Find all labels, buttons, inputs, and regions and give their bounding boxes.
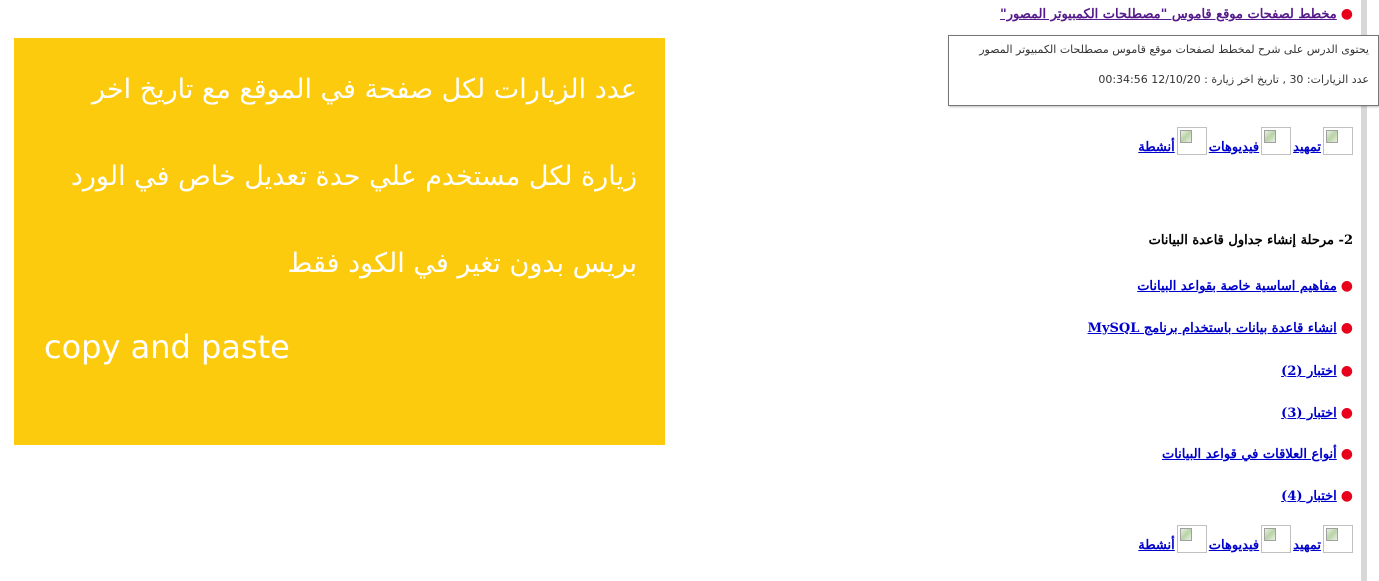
lesson-link[interactable]: أنواع العلاقات في قواعد البيانات <box>1162 447 1337 462</box>
bullet-icon: ● <box>1340 278 1353 294</box>
lesson-link[interactable]: انشاء قاعدة بيانات باستخدام برنامج MySQL <box>1088 321 1337 336</box>
lesson-link[interactable]: اختبار (4) <box>1281 489 1337 504</box>
list-item: ●اختبار (2) <box>1281 363 1353 379</box>
intro-link[interactable]: تمهيد <box>1293 140 1321 155</box>
bullet-icon: ● <box>1340 320 1353 336</box>
tooltip-description: يحتوى الدرس على شرح لمخطط لصفحات موقع قا… <box>979 43 1369 56</box>
activities-link[interactable]: أنشطة <box>1138 538 1174 553</box>
lesson-link[interactable]: مفاهيم اساسية خاصة بقواعد البيانات <box>1137 279 1337 294</box>
videos-link[interactable]: فيديوهات <box>1209 538 1259 553</box>
activities-link[interactable]: أنشطة <box>1138 140 1174 155</box>
bullet-icon: ● <box>1340 6 1353 22</box>
videos-image-icon <box>1261 127 1292 155</box>
bullet-icon: ● <box>1340 405 1353 421</box>
lesson-item-top: ●مخطط لصفحات موقع قاموس "مصطلحات الكمبيو… <box>1000 6 1353 22</box>
list-item: ●أنواع العلاقات في قواعد البيانات <box>1162 446 1353 462</box>
intro-link[interactable]: تمهيد <box>1293 538 1321 553</box>
bullet-icon: ● <box>1340 488 1353 504</box>
videos-image-icon <box>1261 525 1292 553</box>
intro-image-icon <box>1323 127 1353 155</box>
section-heading: 2- مرحلة إنشاء جداول قاعدة البيانات <box>1148 233 1353 248</box>
media-row-2: تمهيد فيديوهات أنشطة <box>1136 525 1353 553</box>
bullet-icon: ● <box>1340 363 1353 379</box>
lesson-link[interactable]: اختبار (2) <box>1281 364 1337 379</box>
list-item: ●اختبار (4) <box>1281 488 1353 504</box>
bullet-icon: ● <box>1340 446 1353 462</box>
page: عدد الزيارات لكل صفحة في الموقع مع تاريخ… <box>0 0 1379 581</box>
activities-image-icon <box>1176 127 1207 155</box>
videos-link[interactable]: فيديوهات <box>1209 140 1259 155</box>
list-item: ●اختبار (3) <box>1281 405 1353 421</box>
list-item: ●مفاهيم اساسية خاصة بقواعد البيانات <box>1137 278 1353 294</box>
list-item: ●انشاء قاعدة بيانات باستخدام برنامج MySQ… <box>1088 320 1353 336</box>
lesson-tooltip: يحتوى الدرس على شرح لمخطط لصفحات موقع قا… <box>948 35 1379 106</box>
media-row-1: تمهيد فيديوهات أنشطة <box>1136 127 1353 155</box>
lesson-link-top[interactable]: مخطط لصفحات موقع قاموس "مصطلحات الكمبيوت… <box>1000 7 1337 22</box>
promo-banner: عدد الزيارات لكل صفحة في الموقع مع تاريخ… <box>14 38 665 445</box>
lesson-link[interactable]: اختبار (3) <box>1281 406 1337 421</box>
promo-english-text: copy and paste <box>44 328 290 366</box>
intro-image-icon <box>1323 525 1353 553</box>
tooltip-visits: عدد الزيارات: 30 , تاريخ اخر زيارة : 12/… <box>1098 73 1369 86</box>
activities-image-icon <box>1176 525 1207 553</box>
promo-arabic-text: عدد الزيارات لكل صفحة في الموقع مع تاريخ… <box>70 74 637 279</box>
